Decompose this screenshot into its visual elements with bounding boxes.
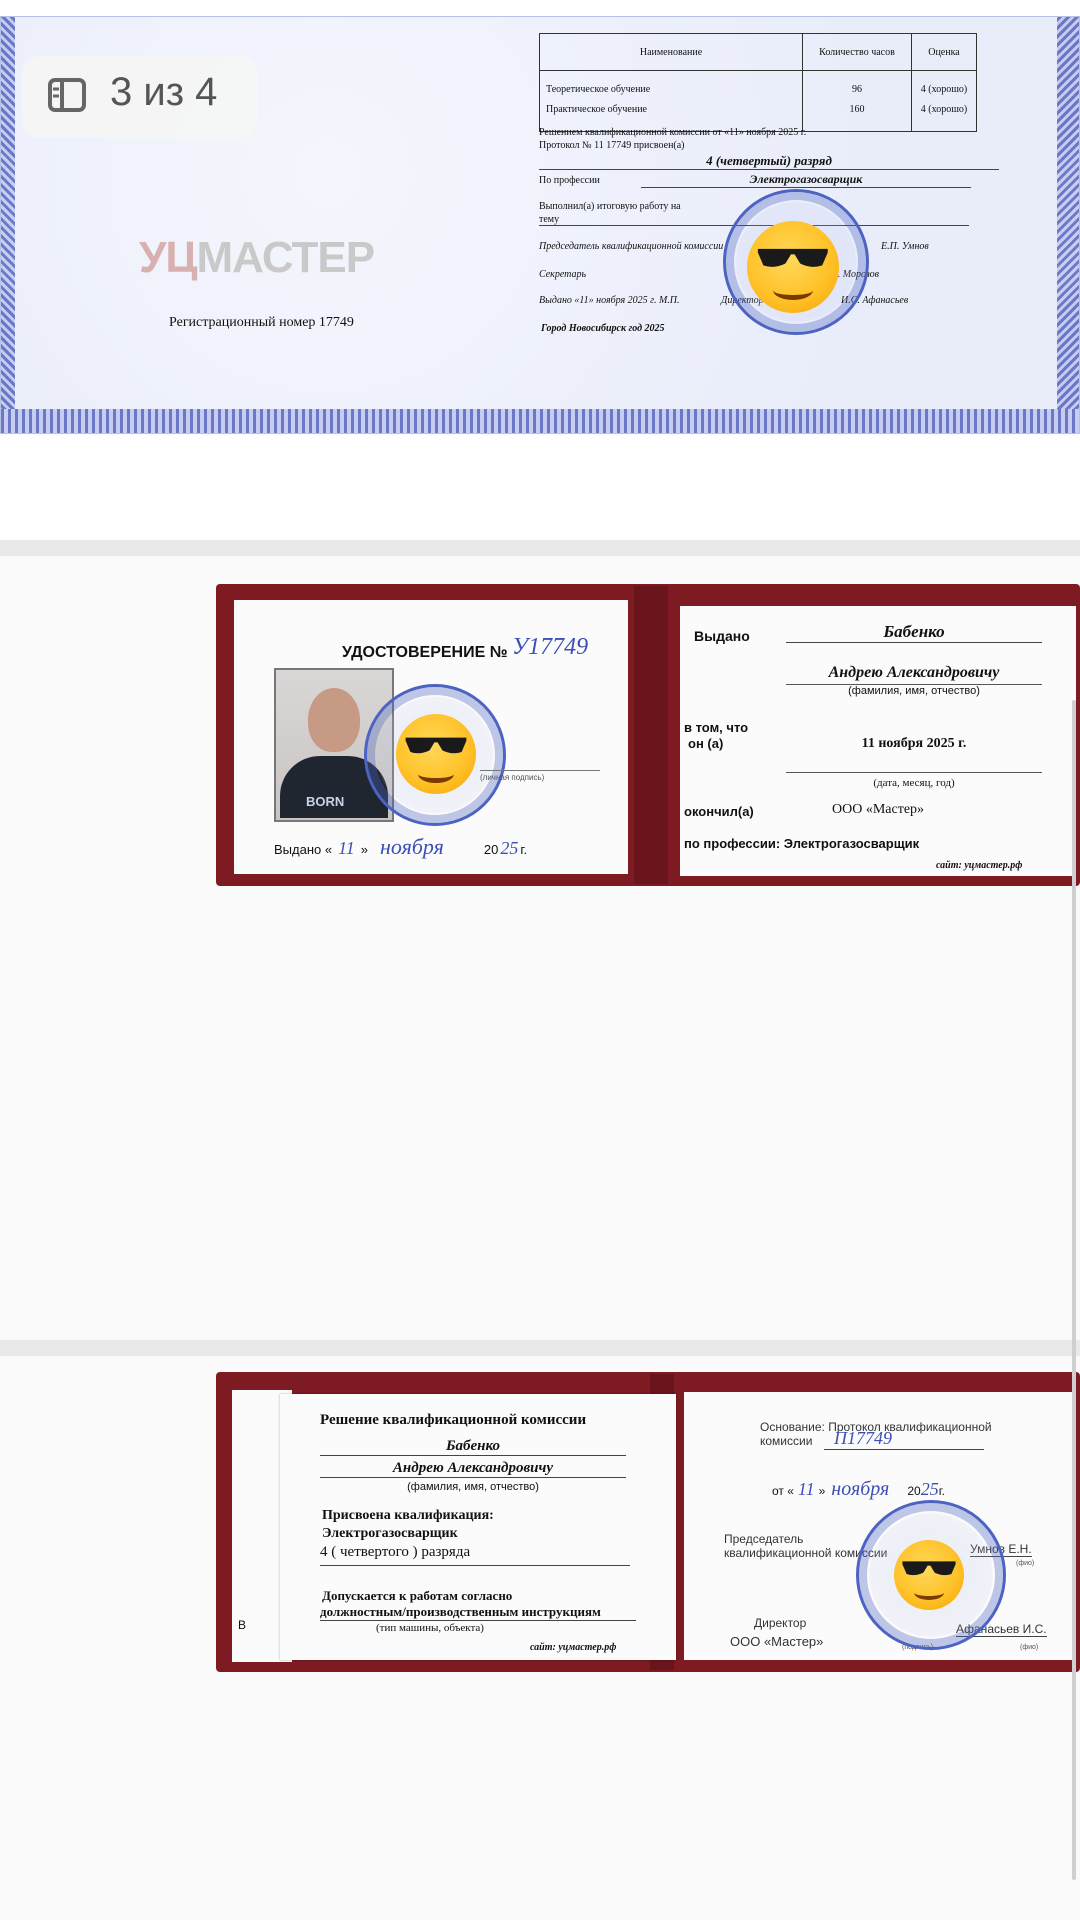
training-center-logo: УЦМАСТЕР — [139, 233, 375, 282]
qualification-grade: 4 ( четвертого ) разряда — [320, 1544, 630, 1566]
holder-name: Андрею Александровичу — [828, 664, 1000, 681]
card-spine — [634, 586, 668, 884]
site-address: сайт: уцмастер.рф — [936, 860, 1023, 871]
certificate-title: УДОСТОВЕРЕНИЕ № — [342, 644, 508, 661]
protocol-number: П17749 — [824, 1428, 984, 1450]
table-header: Наименование — [539, 33, 803, 71]
protocol-date: от «11» ноября 2025г. — [772, 1478, 945, 1500]
qualification-name: Электрогазосварщик — [322, 1526, 458, 1541]
certificate-number: У17749 — [512, 634, 589, 660]
card-right-leaf: Выдано Бабенко Андрею Александровичу (фа… — [680, 606, 1076, 876]
document-page-2[interactable]: УДОСТОВЕРЕНИЕ № У17749 BORN (личная подп… — [0, 556, 1080, 1340]
city-year: Город Новосибирск год 2025 — [541, 323, 665, 334]
grades-table: Наименование Количество часов Оценка Тео… — [539, 33, 977, 132]
rank-text: 4 (четвертый) разряд — [539, 153, 999, 170]
table-row: Теоретическое обучение 96 4 (хорошо) — [539, 70, 977, 99]
page-divider — [0, 1340, 1080, 1356]
scrollbar[interactable] — [1072, 700, 1076, 1880]
issued-date: Выдано «11» ноября 20 25 г. — [274, 834, 528, 859]
commission-heading: Решение квалификационной комиссии — [320, 1412, 587, 1428]
page-divider — [0, 540, 1080, 556]
table-header-row: Наименование Количество часов Оценка — [539, 33, 977, 71]
holder-surname: Бабенко — [786, 622, 1042, 643]
qualification-insert: Решение квалификационной комиссии Бабенк… — [280, 1394, 676, 1660]
document-page-3[interactable]: В Решение квалификационной комиссии Бабе… — [0, 1356, 1080, 1920]
sunglasses-emoji-icon — [747, 221, 839, 313]
document-page-1[interactable]: УЦМАСТЕР Регистрационный номер 17749 Наи… — [0, 0, 1080, 540]
card-right-leaf: Основание: Протокол квалификационной ком… — [684, 1392, 1076, 1660]
protocol-text: Протокол № 11 17749 присвоен(а) — [539, 140, 685, 151]
page-counter: 3 из 4 — [110, 70, 218, 114]
decision-text: Решением квалификационной комиссии от «1… — [539, 127, 807, 138]
profession-text: Электрогазосварщик — [641, 172, 971, 188]
sunglasses-emoji-icon — [396, 714, 476, 794]
organization-name: ООО «Мастер» — [832, 802, 925, 817]
site-address: сайт: уцмастер.рф — [530, 1642, 617, 1653]
gallery-icon — [48, 78, 86, 112]
completion-date: 11 ноября 2025 г. — [861, 736, 967, 751]
sunglasses-emoji-icon — [894, 1540, 964, 1610]
profession-line: по профессии: Электрогазосварщик — [684, 836, 920, 851]
table-header: Оценка — [911, 33, 977, 71]
registration-number: Регистрационный номер 17749 — [169, 315, 354, 330]
page-counter-badge[interactable]: 3 из 4 — [22, 56, 258, 138]
table-header: Количество часов — [802, 33, 912, 71]
card-left-leaf: УДОСТОВЕРЕНИЕ № У17749 BORN (личная подп… — [234, 600, 628, 874]
organization-name: ООО «Мастер» — [730, 1634, 824, 1649]
